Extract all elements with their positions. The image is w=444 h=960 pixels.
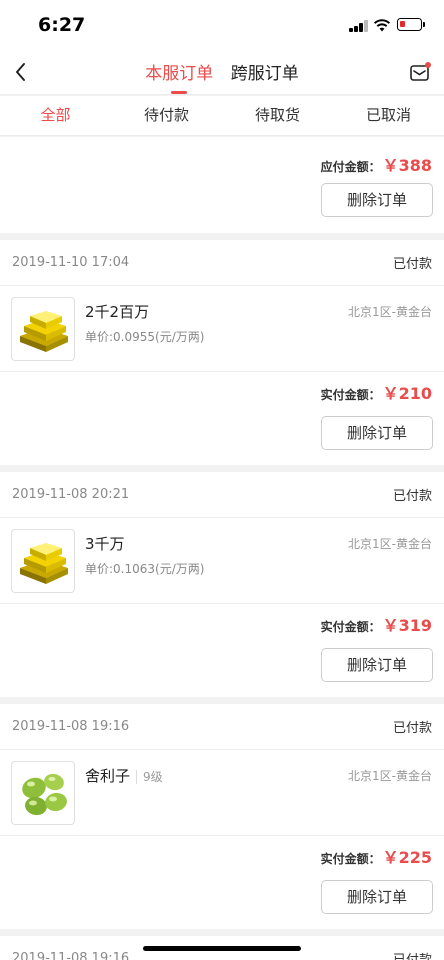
delete-order-button[interactable]: 删除订单 [321,416,433,450]
order-date: 2019-11-10 17:04 [12,255,130,270]
order-status: 已付款 [392,489,432,504]
item-name: 舍利子 9级 [85,765,163,786]
order-date: 2019-11-08 20:21 [12,487,130,502]
gold-bars-icon [11,297,75,361]
delete-order-button[interactable]: 删除订单 [321,880,433,914]
item-name: 2千2百万 [85,303,150,321]
total-amount: ￥388 [382,156,432,175]
item-name: 3千万 [85,535,125,553]
item-name-text: 舍利子 [85,767,131,785]
order-total: 实付金额： ￥210 [321,380,432,404]
order-status: 已付款 [393,949,432,960]
item-level: 9级 [136,770,163,784]
battery-icon [397,18,425,31]
tab-local-server-orders[interactable]: 本服订单 [145,59,213,94]
total-amount: ￥210 [382,384,432,403]
total-label: 实付金额： [320,388,381,402]
total-label: 实付金额： [320,620,381,634]
subtab-pending-pickup[interactable]: 待取货 [222,96,333,135]
item-server: 北京1区-黄金台 [348,537,432,551]
order-status: 已付款 [392,257,432,272]
order-card: 2019-11-10 17:04 已付款 2千2百万 单价:0.0955(元/万… [0,240,444,465]
item-unit-price: 单价:0.0955(元/万两) [85,330,205,344]
order-type-tabs: 本服订单 跨服订单 [0,59,444,94]
nav-header: 本服订单 跨服订单 [0,50,444,95]
order-list: 应付金额： ￥388 删除订单 2019-11-10 17:04 已付款 2千2… [0,137,444,960]
delete-order-button[interactable]: 删除订单 [321,648,433,682]
sheli-stones-icon [11,761,75,825]
wifi-icon [373,19,391,32]
delete-order-button[interactable]: 删除订单 [321,183,433,217]
order-footer: 实付金额： ￥225 删除订单 [0,836,444,929]
item-unit-price: 单价:0.1063(元/万两) [85,562,205,576]
cellular-signal-icon [349,20,369,32]
order-footer: 应付金额： ￥388 删除订单 [0,137,444,233]
home-indicator[interactable] [143,946,301,951]
order-header: 2019-11-08 19:16 已付款 [0,704,444,750]
message-inbox-icon[interactable] [409,62,431,84]
status-bar: 6:27 [0,0,444,50]
order-date: 2019-11-08 19:16 [12,719,130,734]
order-total: 实付金额： ￥225 [321,844,432,868]
order-footer: 实付金额： ￥319 删除订单 [0,604,444,697]
item-server: 北京1区-黄金台 [348,769,432,783]
item-server: 北京1区-黄金台 [348,305,432,319]
order-date: 2019-11-08 19:16 [12,951,130,960]
order-status: 已付款 [392,721,432,736]
order-card: 应付金额： ￥388 删除订单 [0,137,444,233]
order-status-tabs: 全部 待付款 待取货 已取消 [0,96,444,136]
order-header: 2019-11-08 20:21 已付款 [0,472,444,518]
total-label: 实付金额： [320,852,381,866]
total-amount: ￥225 [382,848,432,867]
subtab-cancelled[interactable]: 已取消 [333,96,444,135]
total-label: 应付金额： [320,160,381,174]
order-total: 应付金额： ￥388 [321,152,432,176]
order-item[interactable]: 舍利子 9级 北京1区-黄金台 [0,750,444,836]
total-amount: ￥319 [382,616,432,635]
order-footer: 实付金额： ￥210 删除订单 [0,372,444,465]
order-item[interactable]: 2千2百万 单价:0.0955(元/万两) 北京1区-黄金台 [0,286,444,372]
subtab-pending-payment[interactable]: 待付款 [111,96,222,135]
gold-bars-icon [11,529,75,593]
tab-cross-server-orders[interactable]: 跨服订单 [231,59,299,84]
status-time: 6:27 [38,14,86,36]
order-card: 2019-11-08 19:16 已付款 舍利子 9级 北京1区-黄金台 实付金… [0,704,444,929]
order-item[interactable]: 3千万 单价:0.1063(元/万两) 北京1区-黄金台 [0,518,444,604]
order-card: 2019-11-08 20:21 已付款 3千万 单价:0.1063(元/万两) [0,472,444,697]
order-total: 实付金额： ￥319 [321,612,432,636]
subtab-all[interactable]: 全部 [0,96,111,135]
order-header: 2019-11-10 17:04 已付款 [0,240,444,286]
